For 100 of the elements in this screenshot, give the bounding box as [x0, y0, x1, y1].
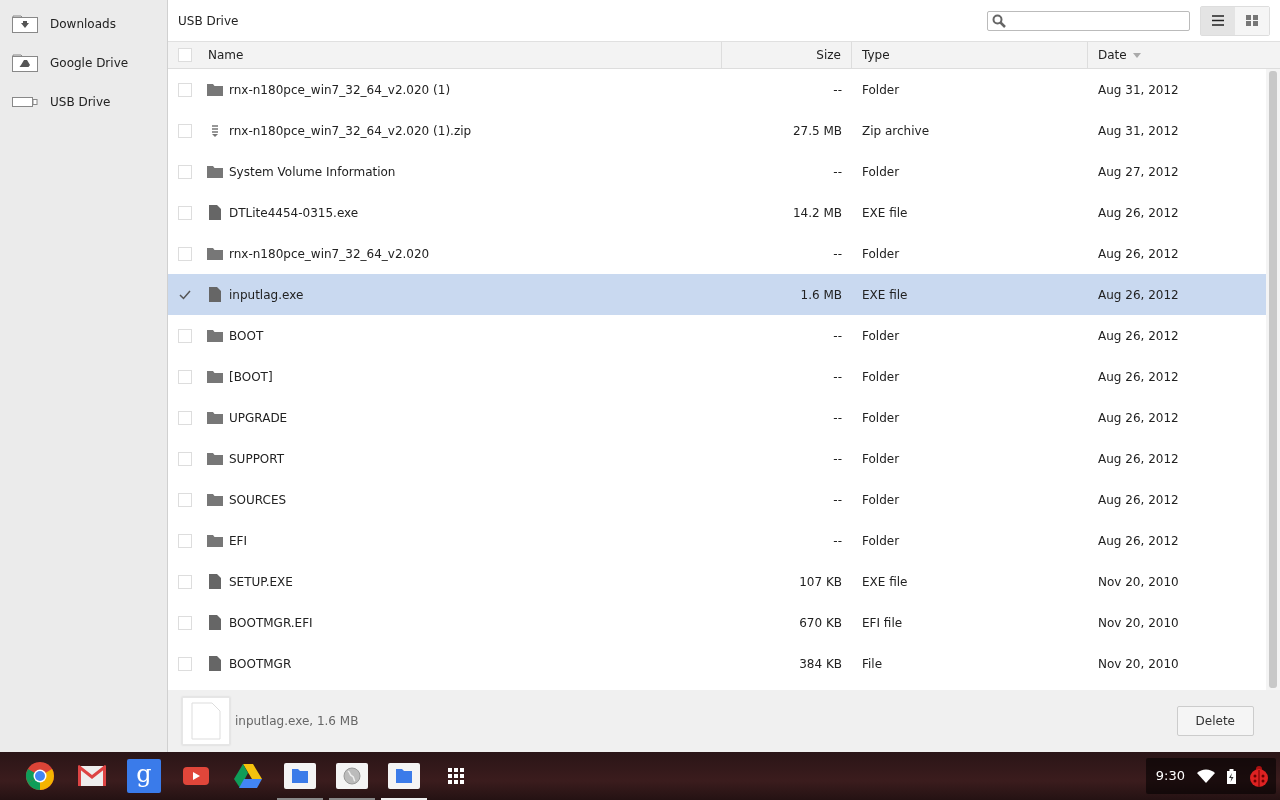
file-size: -- [833, 369, 842, 384]
row-checkbox[interactable] [178, 328, 192, 343]
file-name: rnx-n180pce_win7_32_64_v2.020 [229, 245, 430, 263]
file-size: 14.2 MB [792, 205, 842, 220]
column-header[interactable]: Name [208, 46, 244, 64]
chrome-logo-icon [25, 761, 55, 791]
file-row[interactable]: EFI -- Folder Aug 26, 2012 [168, 520, 1266, 561]
wifi-icon [1197, 769, 1215, 783]
folder-icon [207, 165, 223, 178]
file-type: EXE file [862, 287, 908, 302]
folder-icon [207, 247, 223, 260]
file-size: 107 KB [799, 574, 842, 589]
file-size: 27.5 MB [792, 123, 842, 138]
folder-app-icon [388, 763, 420, 789]
file-row[interactable]: BOOTMGR.EFI 670 KB EFI file Nov 20, 2010 [168, 602, 1266, 643]
folder-icon [207, 370, 223, 383]
file-row[interactable]: [BOOT] -- Folder Aug 26, 2012 [168, 356, 1266, 397]
search-logo-icon: g [127, 759, 161, 793]
row-checkbox[interactable] [178, 164, 192, 179]
row-checkbox[interactable] [178, 369, 192, 384]
file-row[interactable]: rnx-n180pce_win7_32_64_v2.020 (1).zip 27.5 MB Zip archive Aug 31, 2012 [168, 110, 1266, 151]
row-checkbox[interactable] [178, 615, 192, 630]
sort-arrow-icon [1132, 52, 1141, 58]
file-date: Aug 31, 2012 [1098, 123, 1179, 138]
file-icon [207, 656, 223, 671]
selection-summary: inputlag.exe, 1.6 MB [235, 713, 360, 730]
delete-button[interactable]: Delete [1176, 706, 1254, 736]
select-all-checkbox[interactable] [178, 48, 192, 62]
file-row[interactable]: inputlag.exe 1.6 MB EXE file Aug 26, 2012 [168, 274, 1266, 315]
column-header[interactable]: Date [1098, 46, 1141, 64]
file-row[interactable]: BOOTMGR 384 KB File Nov 20, 2010 [168, 643, 1266, 684]
file-name: System Volume Information [229, 163, 396, 181]
folder-icon [207, 534, 223, 547]
sidebar-item[interactable]: Google Drive [0, 43, 167, 82]
row-checkbox[interactable] [178, 451, 192, 466]
file-date: Aug 26, 2012 [1098, 451, 1179, 466]
sidebar-item[interactable]: USB Drive [0, 82, 167, 121]
sidebar-item[interactable]: Downloads [0, 4, 167, 43]
shelf-app-button[interactable]: g [118, 752, 170, 800]
drive-triangle-icon [234, 764, 262, 788]
folder-app-icon [284, 763, 316, 789]
file-row[interactable]: DTLite4454-0315.exe 14.2 MB EXE file Aug 26, 2012 [168, 192, 1266, 233]
file-type: Folder [862, 328, 900, 343]
file-icon [207, 287, 223, 302]
column-header[interactable]: Size [816, 46, 841, 64]
file-type: EXE file [862, 205, 908, 220]
file-name: inputlag.exe [229, 286, 304, 304]
file-name: SOURCES [229, 491, 287, 509]
list-view-button[interactable] [1201, 6, 1235, 35]
row-checkbox[interactable] [178, 656, 192, 671]
file-type: Folder [862, 533, 900, 548]
file-date: Nov 20, 2010 [1098, 574, 1179, 589]
row-checkbox[interactable] [178, 492, 192, 507]
file-name: EFI [229, 532, 248, 550]
file-date: Aug 31, 2012 [1098, 82, 1179, 97]
folder-icon [207, 83, 223, 96]
file-row[interactable]: rnx-n180pce_win7_32_64_v2.020 -- Folder Aug 26, 2012 [168, 233, 1266, 274]
file-name: [BOOT] [229, 368, 273, 386]
row-checkbox[interactable] [178, 82, 192, 97]
drive-folder-icon [12, 53, 38, 72]
file-size: -- [833, 328, 842, 343]
file-date: Aug 26, 2012 [1098, 287, 1179, 302]
globe-app-icon [336, 763, 368, 789]
file-name: BOOT [229, 327, 264, 345]
folder-icon [207, 493, 223, 506]
file-icon [207, 615, 223, 630]
file-row[interactable]: rnx-n180pce_win7_32_64_v2.020 (1) -- Folder Aug 31, 2012 [168, 69, 1266, 110]
file-type: Folder [862, 369, 900, 384]
status-tray[interactable]: 9:30 [1145, 758, 1276, 794]
list-icon [1212, 15, 1224, 26]
file-row[interactable]: System Volume Information -- Folder Aug 27, 2012 [168, 151, 1266, 192]
row-checkbox[interactable] [178, 123, 192, 138]
scrollbar[interactable] [1266, 69, 1280, 690]
file-row[interactable]: UPGRADE -- Folder Aug 26, 2012 [168, 397, 1266, 438]
file-name: BOOTMGR [229, 655, 292, 673]
row-checkbox[interactable] [178, 533, 192, 548]
file-row[interactable]: SOURCES -- Folder Aug 26, 2012 [168, 479, 1266, 520]
file-date: Nov 20, 2010 [1098, 656, 1179, 671]
column-header[interactable]: Type [862, 46, 890, 64]
download-folder-icon [12, 14, 38, 33]
file-type: Folder [862, 82, 900, 97]
row-checkbox[interactable] [178, 410, 192, 425]
file-name: rnx-n180pce_win7_32_64_v2.020 (1) [229, 81, 451, 99]
usb-drive-icon [12, 95, 38, 108]
file-row[interactable]: SUPPORT -- Folder Aug 26, 2012 [168, 438, 1266, 479]
file-type: Folder [862, 246, 900, 261]
file-date: Aug 26, 2012 [1098, 369, 1179, 384]
file-name: SETUP.EXE [229, 573, 293, 591]
file-row[interactable]: BOOT -- Folder Aug 26, 2012 [168, 315, 1266, 356]
file-row[interactable]: SETUP.EXE 107 KB EXE file Nov 20, 2010 [168, 561, 1266, 602]
file-icon [207, 205, 223, 220]
file-date: Aug 26, 2012 [1098, 328, 1179, 343]
row-checkbox[interactable] [178, 246, 192, 261]
ladybug-icon [1248, 765, 1270, 787]
grid-view-button[interactable] [1235, 6, 1269, 35]
file-date: Aug 27, 2012 [1098, 164, 1179, 179]
folder-icon [207, 452, 223, 465]
search-field[interactable] [987, 10, 1190, 31]
row-checkbox[interactable] [178, 574, 192, 589]
row-checkbox[interactable] [178, 205, 192, 220]
